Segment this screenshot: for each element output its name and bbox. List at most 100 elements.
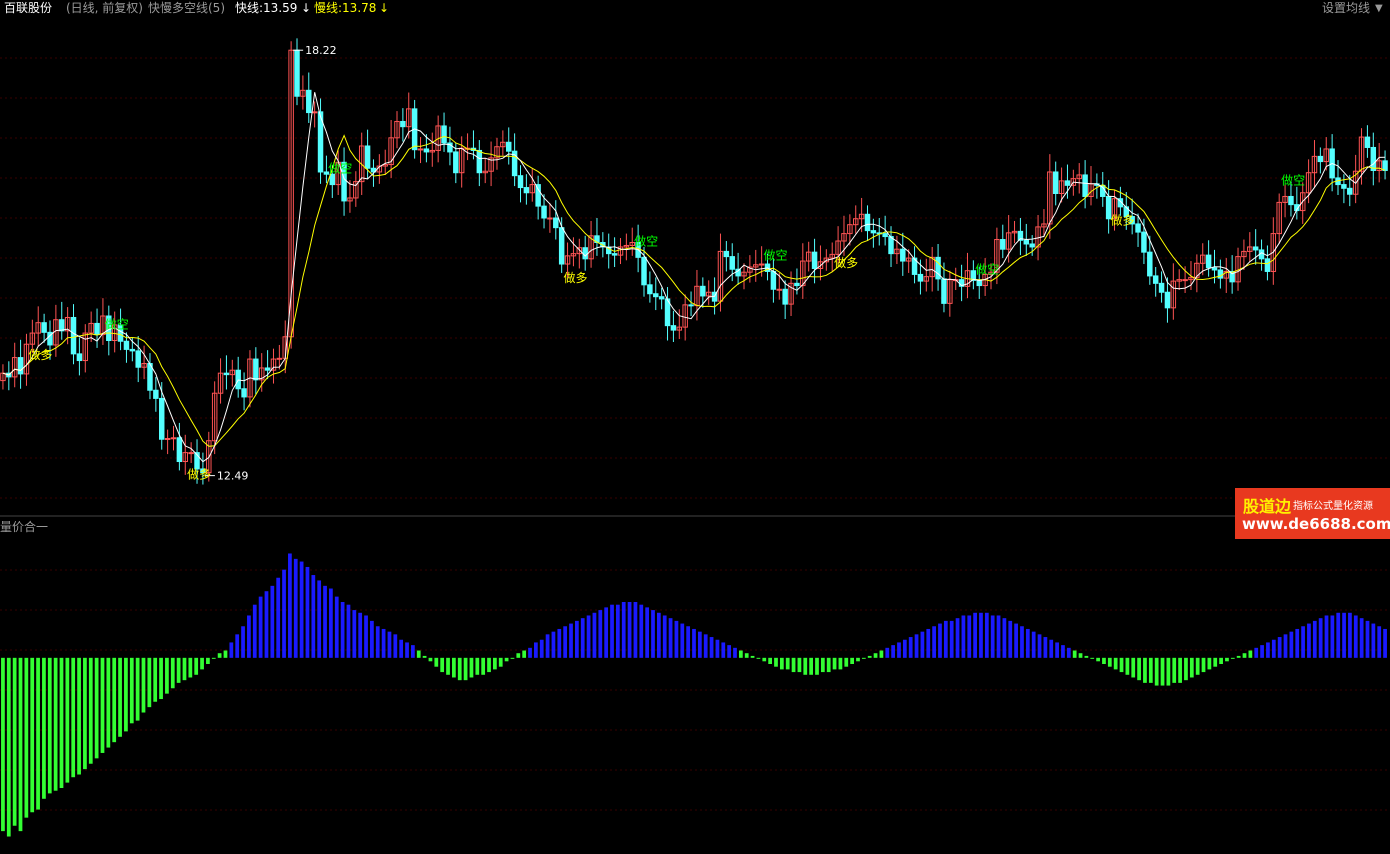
candle-body xyxy=(782,288,788,305)
negative-bar xyxy=(838,657,843,670)
candle-body xyxy=(1382,160,1388,171)
positive-bar xyxy=(1359,618,1364,658)
buy-signal-label: 做多 xyxy=(1111,213,1135,228)
candle xyxy=(1282,184,1288,218)
positive-bar xyxy=(551,631,556,658)
positive-bar xyxy=(1254,647,1259,658)
positive-bar xyxy=(1037,634,1042,658)
positive-bar xyxy=(252,604,257,658)
negative-bar xyxy=(1096,657,1100,662)
candle xyxy=(594,218,600,256)
positive-bar xyxy=(615,604,620,658)
candle xyxy=(1088,166,1094,206)
candle xyxy=(1341,174,1347,204)
candle xyxy=(611,237,618,267)
candle-body xyxy=(129,348,136,352)
negative-bar xyxy=(1178,657,1182,683)
positive-bar xyxy=(1289,631,1294,658)
positive-bar xyxy=(1336,612,1341,658)
candle-body xyxy=(417,148,424,151)
positive-bar xyxy=(1301,626,1305,658)
positive-bar xyxy=(592,612,597,658)
negative-bar xyxy=(83,657,87,770)
positive-bar xyxy=(680,623,685,658)
positive-bar xyxy=(715,639,720,658)
negative-bar xyxy=(182,657,187,681)
candle xyxy=(300,75,306,110)
watermark-tagline: 指标公式量化资源 xyxy=(1293,501,1373,512)
candle xyxy=(188,442,194,463)
candle xyxy=(141,345,147,380)
candle xyxy=(900,232,906,276)
negative-bar xyxy=(768,657,773,664)
positive-bar xyxy=(1318,618,1323,658)
positive-bar xyxy=(967,615,972,658)
negative-bar xyxy=(176,657,181,683)
candle-body xyxy=(1205,254,1212,269)
negative-bar xyxy=(206,657,210,664)
candle-body xyxy=(917,273,924,282)
candle-body xyxy=(864,213,871,232)
positive-bar xyxy=(569,623,573,658)
candle-body xyxy=(1023,239,1030,245)
watermark: 股道边 指标公式量化资源 www.de6688.com xyxy=(1235,488,1390,539)
candle-body xyxy=(976,279,982,287)
negative-bar xyxy=(42,657,46,799)
candle xyxy=(905,249,912,273)
candle-body xyxy=(688,304,694,307)
candle xyxy=(170,425,177,451)
negative-bar xyxy=(1,657,5,832)
candle xyxy=(1194,254,1200,293)
positive-bar xyxy=(610,604,614,658)
negative-bar xyxy=(457,657,462,681)
positive-bar xyxy=(897,642,901,658)
candle-body xyxy=(870,230,877,234)
chart-canvas[interactable]: 18.2212.49做多做空做多做空做多做空做空做多 做空做多做空 xyxy=(0,0,1390,854)
candle xyxy=(776,272,783,300)
positive-bar xyxy=(387,631,392,658)
candle xyxy=(394,111,400,149)
candle xyxy=(1217,259,1224,289)
candle xyxy=(935,243,941,291)
positive-bar xyxy=(293,558,298,658)
candle-body xyxy=(758,263,765,266)
positive-bar xyxy=(955,618,960,658)
candle-body xyxy=(641,256,647,286)
candle xyxy=(417,137,424,164)
candle xyxy=(1247,232,1253,262)
buy-signal-label: 做多 xyxy=(28,347,52,362)
candle xyxy=(223,355,230,390)
positive-bar xyxy=(241,626,245,658)
positive-bar xyxy=(938,623,942,658)
sell-signal-label: 做空 xyxy=(975,262,999,277)
candle-body xyxy=(547,217,553,220)
candle xyxy=(6,361,12,391)
positive-bar xyxy=(651,610,655,658)
candle xyxy=(94,308,100,348)
candle-body xyxy=(329,173,336,186)
positive-bar xyxy=(604,607,609,658)
candle-body xyxy=(1064,180,1071,186)
candle-body xyxy=(70,316,77,355)
negative-bar xyxy=(94,657,99,759)
negative-bar xyxy=(59,657,64,788)
negative-bar xyxy=(170,657,175,689)
positive-bar xyxy=(668,618,673,658)
negative-bar xyxy=(30,657,35,813)
candle xyxy=(500,130,506,156)
negative-bar xyxy=(71,657,76,778)
positive-bar xyxy=(282,569,286,658)
candle xyxy=(1258,239,1265,271)
candle-body xyxy=(558,227,565,265)
candle xyxy=(1076,163,1082,194)
candle xyxy=(441,112,447,152)
negative-bar xyxy=(867,655,872,658)
negative-bar xyxy=(112,657,117,743)
candle xyxy=(1011,220,1018,244)
candle xyxy=(76,337,83,376)
negative-bar xyxy=(65,657,70,783)
positive-bar xyxy=(533,642,538,658)
positive-bar xyxy=(528,647,532,658)
candle xyxy=(258,353,265,392)
candle xyxy=(529,168,535,202)
